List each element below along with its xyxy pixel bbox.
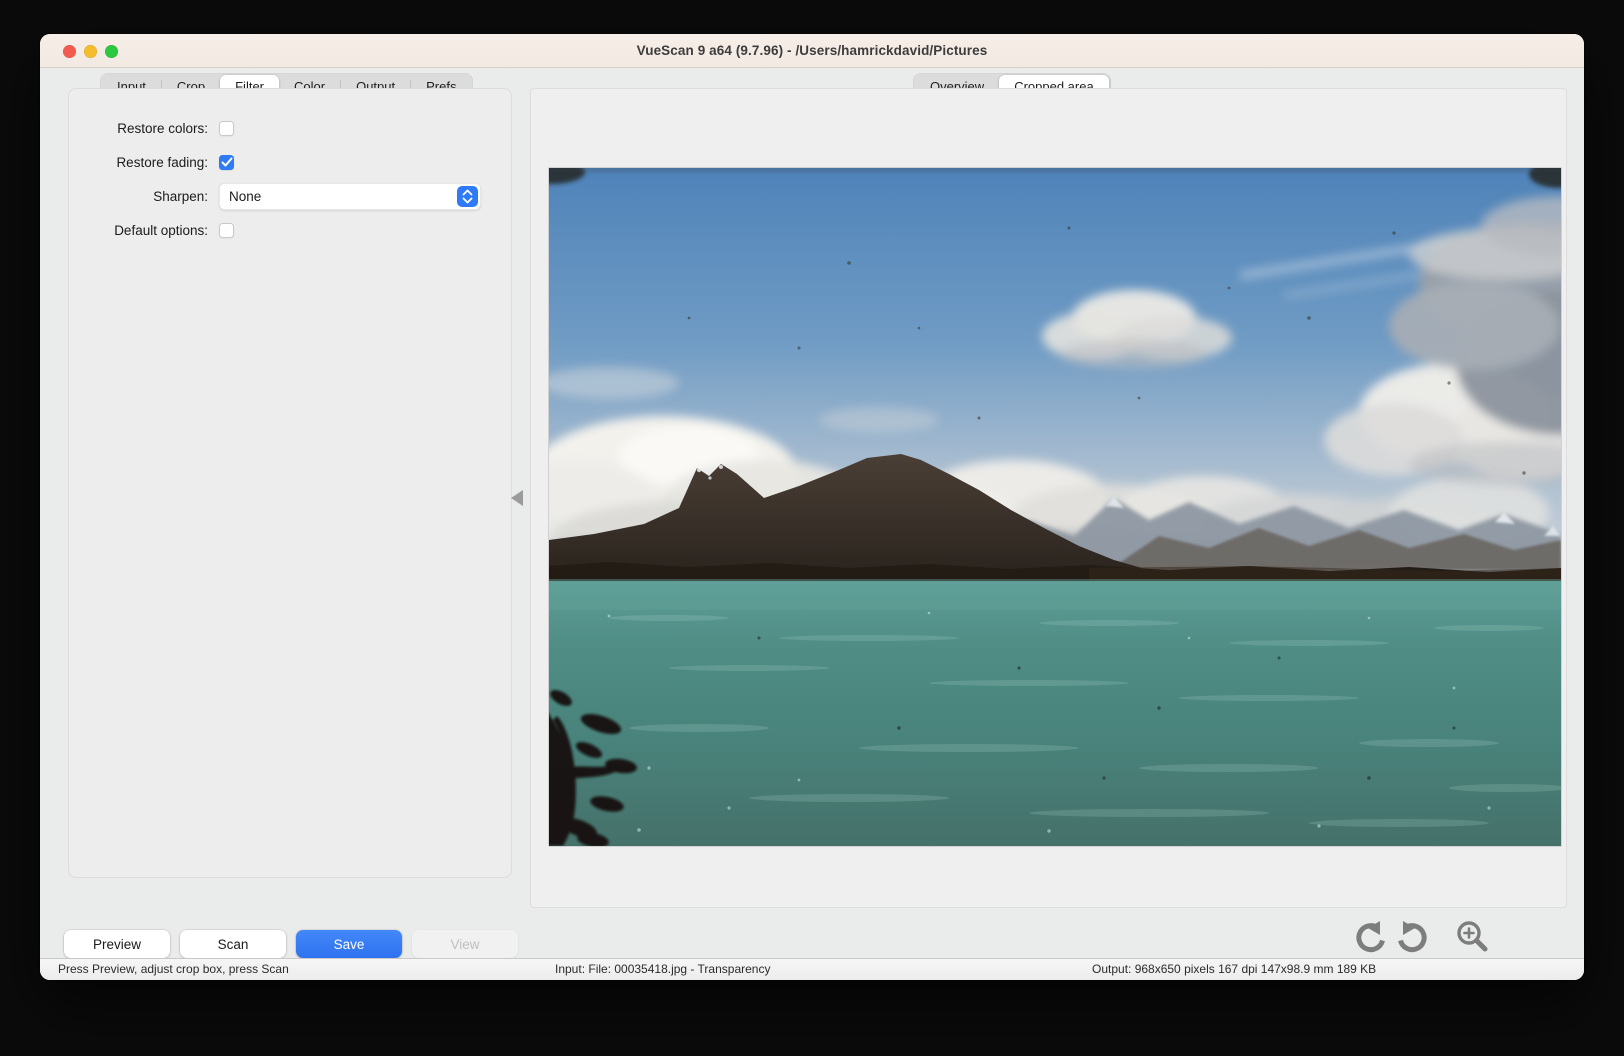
close-button[interactable] [63,45,76,58]
restore-colors-checkbox[interactable] [219,121,234,136]
app-window: VueScan 9 a64 (9.7.96) - /Users/hamrickd… [40,34,1584,980]
minimize-button[interactable] [84,45,97,58]
checkmark-icon [221,157,233,168]
preview-panel [530,88,1567,908]
title-bar: VueScan 9 a64 (9.7.96) - /Users/hamrickd… [40,34,1584,68]
sharpen-select[interactable]: None [219,183,481,210]
photo-preview[interactable] [549,168,1561,846]
status-output-info: Output: 968x650 pixels 167 dpi 147x98.9 … [1092,962,1376,976]
scan-button[interactable]: Scan [180,930,286,958]
traffic-lights [63,34,118,68]
restore-colors-row: Restore colors: [69,111,511,145]
restore-colors-label: Restore colors: [69,121,219,136]
view-button[interactable]: View [412,930,518,958]
rotate-left-icon[interactable] [1350,918,1390,958]
save-button[interactable]: Save [296,930,402,958]
restore-fading-label: Restore fading: [69,155,219,170]
default-options-row: Default options: [69,213,511,247]
collapse-panel-arrow-icon[interactable] [511,490,523,506]
window-title: VueScan 9 a64 (9.7.96) - /Users/hamrickd… [637,43,988,58]
sharpen-row: Sharpen: None [69,179,511,213]
status-input-file: Input: File: 00035418.jpg - Transparency [555,962,770,976]
default-options-label: Default options: [69,223,219,238]
filter-options-panel: Restore colors: Restore fading: Sharpen:… [68,88,512,878]
preview-button[interactable]: Preview [64,930,170,958]
zoom-in-icon[interactable] [1453,918,1493,958]
restore-fading-checkbox[interactable] [219,155,234,170]
zoom-window-button[interactable] [105,45,118,58]
sharpen-label: Sharpen: [69,189,219,204]
chevron-down-icon [462,197,473,204]
status-bar: Press Preview, adjust crop box, press Sc… [40,958,1584,980]
rotate-right-icon[interactable] [1393,918,1433,958]
chevron-up-icon [462,189,473,196]
sharpen-value: None [229,189,261,204]
default-options-checkbox[interactable] [219,223,234,238]
select-stepper-icon [457,186,478,207]
restore-fading-row: Restore fading: [69,145,511,179]
status-hint: Press Preview, adjust crop box, press Sc… [58,962,289,976]
